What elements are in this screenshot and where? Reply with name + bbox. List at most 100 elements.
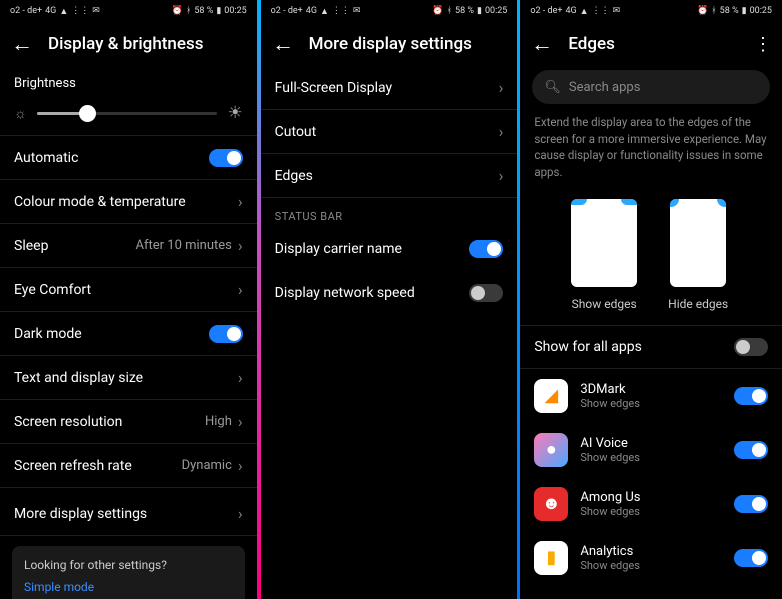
app-switch[interactable] — [734, 441, 768, 459]
signal-icon: ▲ — [59, 6, 68, 17]
clock-label: 00:25 — [485, 6, 507, 16]
status-right: ⏰ ᚼ 58 % ▮ 00:25 — [172, 6, 247, 16]
suggestion-link-simple-mode[interactable]: Simple mode — [24, 580, 233, 594]
signal-icon: ▲ — [580, 6, 589, 17]
chevron-right-icon: › — [238, 192, 243, 211]
row-label: Display carrier name — [275, 241, 402, 257]
chevron-right-icon: › — [238, 412, 243, 431]
sun-bright-icon: ☀ — [227, 103, 242, 123]
status-left: o2 - de+ 4G ▲ ⋮⋮ ✉ — [530, 6, 620, 17]
eye-comfort-row[interactable]: Eye Comfort › — [0, 268, 257, 312]
dark-mode-label: Dark mode — [14, 326, 82, 342]
battery-label: 58 % — [194, 6, 213, 16]
dark-mode-row: Dark mode — [0, 312, 257, 356]
chevron-right-icon: › — [238, 236, 243, 255]
signal-label: 4G — [565, 6, 576, 16]
alarm-icon: ⏰ — [172, 6, 183, 16]
edge-options: Show edges Hide edges — [520, 193, 782, 325]
status-bar: o2 - de+ 4G ▲ ⋮⋮ ✉ ⏰ ᚼ 58 % ▮ 00:25 — [0, 0, 257, 22]
app-switch[interactable] — [734, 495, 768, 513]
status-left: o2 - de+ 4G ▲ ⋮⋮ ✉ — [271, 6, 361, 17]
battery-label: 58 % — [720, 6, 739, 16]
app-name: AI Voice — [580, 436, 722, 451]
app-list: ◢3DMarkShow edges●AI VoiceShow edges ☻ Amo… — [520, 369, 782, 585]
text-size-row[interactable]: Text and display size › — [0, 356, 257, 400]
signal-icon: ▲ — [320, 6, 329, 17]
carrier-label: o2 - de+ — [10, 6, 42, 16]
battery-icon: ▮ — [742, 6, 747, 16]
edge-option-hide[interactable]: Hide edges — [665, 199, 731, 311]
carrier-name-switch[interactable] — [469, 240, 503, 258]
row-label: Text and display size — [14, 370, 143, 386]
row-label: Screen resolution — [14, 414, 122, 430]
signal-label: 4G — [306, 6, 317, 16]
more-display-row[interactable]: More display settings › — [0, 492, 257, 536]
chevron-right-icon: › — [499, 166, 504, 185]
content: Full-Screen Display › Cutout › Edges › S… — [261, 66, 518, 599]
show-all-switch[interactable] — [734, 338, 768, 356]
carrier-name-row: Display carrier name — [261, 227, 518, 271]
row-label: Sleep — [14, 238, 48, 254]
app-info: AnalyticsShow edges — [580, 544, 722, 572]
row-value: Dynamic — [182, 458, 232, 473]
screen-refresh-row[interactable]: Screen refresh rate Dynamic› — [0, 444, 257, 488]
app-name: Analytics — [580, 544, 722, 559]
colour-mode-row[interactable]: Colour mode & temperature › — [0, 180, 257, 224]
page-title: Edges — [568, 34, 615, 54]
app-row[interactable]: ▮AnalyticsShow edges — [520, 531, 782, 585]
status-right: ⏰ ᚼ 58 % ▮ 00:25 — [432, 6, 507, 16]
status-left: o2 - de+ 4G ▲ ⋮⋮ ✉ — [10, 6, 100, 17]
bluetooth-icon: ᚼ — [186, 6, 191, 16]
screen-display-brightness: o2 - de+ 4G ▲ ⋮⋮ ✉ ⏰ ᚼ 58 % ▮ 00:25 ← Di… — [0, 0, 257, 599]
cutout-row[interactable]: Cutout › — [261, 110, 518, 154]
sun-dim-icon: ☼ — [14, 105, 27, 122]
app-sub: Show edges — [580, 397, 722, 410]
back-icon[interactable]: ← — [531, 32, 553, 57]
show-all-label: Show for all apps — [534, 339, 642, 355]
edge-option-show[interactable]: Show edges — [571, 199, 637, 311]
app-row[interactable]: ◢3DMarkShow edges — [520, 369, 782, 423]
app-switch[interactable] — [734, 549, 768, 567]
status-bar-section: STATUS BAR — [261, 198, 518, 227]
app-row[interactable]: ☻ Among UsShow edges — [520, 477, 782, 531]
app-sub: Show edges — [580, 559, 722, 572]
mail-icon: ✉ — [92, 6, 100, 16]
bluetooth-icon: ᚼ — [447, 6, 452, 16]
row-label: Eye Comfort — [14, 282, 91, 298]
overflow-menu-icon[interactable]: ⋮ — [754, 34, 770, 55]
search-icon: 🔍︎ — [544, 80, 561, 95]
automatic-label: Automatic — [14, 150, 78, 166]
wifi-icon: ⋮⋮ — [592, 6, 610, 16]
content: 🔍︎ Search apps Extend the display area t… — [520, 66, 782, 599]
status-right: ⏰ ᚼ 58 % ▮ 00:25 — [697, 6, 772, 16]
battery-icon: ▮ — [477, 6, 482, 16]
app-icon: ☻ — [534, 487, 568, 521]
app-info: Among UsShow edges — [580, 490, 722, 518]
signal-label: 4G — [45, 6, 56, 16]
app-name: 3DMark — [580, 382, 722, 397]
chevron-right-icon: › — [499, 78, 504, 97]
chevron-right-icon: › — [499, 122, 504, 141]
automatic-switch[interactable] — [209, 149, 243, 167]
row-label: Colour mode & temperature — [14, 194, 186, 210]
fullscreen-display-row[interactable]: Full-Screen Display › — [261, 66, 518, 110]
dark-mode-switch[interactable] — [209, 325, 243, 343]
brightness-slider[interactable] — [37, 112, 218, 115]
edges-row[interactable]: Edges › — [261, 154, 518, 198]
edge-preview-show — [571, 199, 637, 287]
row-label: Full-Screen Display — [275, 80, 393, 96]
page-title: More display settings — [309, 34, 472, 54]
screen-resolution-row[interactable]: Screen resolution High› — [0, 400, 257, 444]
back-icon[interactable]: ← — [272, 32, 294, 57]
battery-icon: ▮ — [216, 6, 221, 16]
page-title: Display & brightness — [48, 34, 204, 54]
search-input[interactable]: 🔍︎ Search apps — [532, 70, 770, 104]
sleep-row[interactable]: Sleep After 10 minutes› — [0, 224, 257, 268]
row-label: Screen refresh rate — [14, 458, 132, 474]
app-row[interactable]: ●AI VoiceShow edges — [520, 423, 782, 477]
battery-label: 58 % — [455, 6, 474, 16]
network-speed-switch[interactable] — [469, 284, 503, 302]
back-icon[interactable]: ← — [11, 32, 33, 57]
app-switch[interactable] — [734, 387, 768, 405]
show-all-apps-row: Show for all apps — [520, 325, 782, 369]
